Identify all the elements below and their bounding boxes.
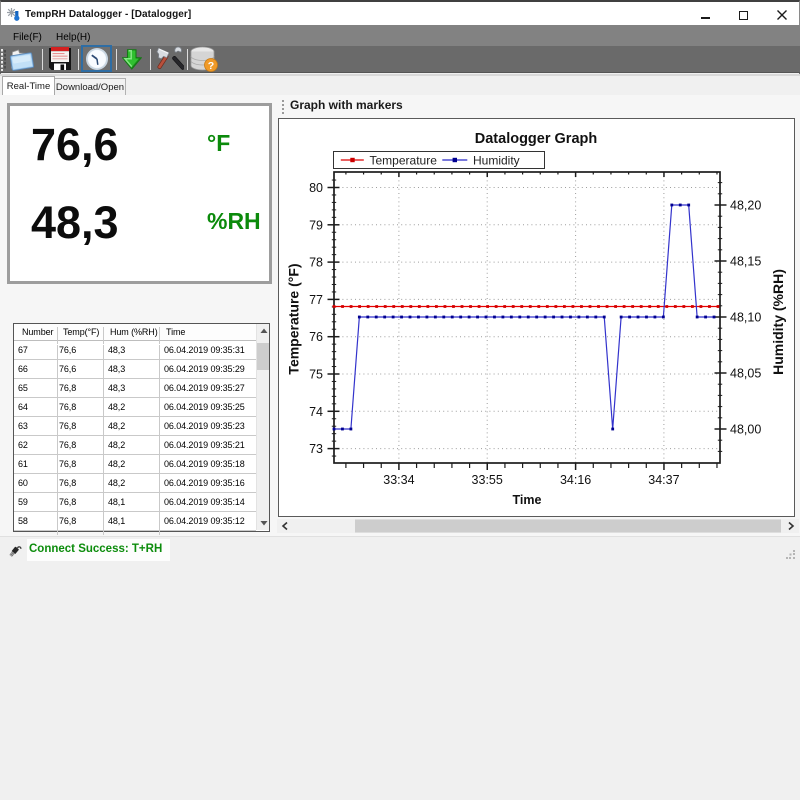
svg-text:Humidity (%RH): Humidity (%RH) xyxy=(770,269,786,375)
svg-text:80: 80 xyxy=(309,181,323,195)
svg-text:33:34: 33:34 xyxy=(383,473,414,487)
svg-text:Temperature: Temperature xyxy=(370,154,438,168)
svg-text:48,05: 48,05 xyxy=(730,367,761,381)
svg-text:Time: Time xyxy=(513,493,542,507)
svg-text:79: 79 xyxy=(309,218,323,232)
svg-text:48,10: 48,10 xyxy=(730,311,761,325)
svg-text:76: 76 xyxy=(309,330,323,344)
svg-text:34:16: 34:16 xyxy=(560,473,591,487)
svg-text:48,20: 48,20 xyxy=(730,199,761,213)
svg-text:Humidity: Humidity xyxy=(473,154,520,168)
svg-text:48,15: 48,15 xyxy=(730,255,761,269)
svg-text:73: 73 xyxy=(309,442,323,456)
svg-text:Datalogger Graph: Datalogger Graph xyxy=(475,131,597,147)
svg-text:34:37: 34:37 xyxy=(648,473,679,487)
svg-text:77: 77 xyxy=(309,293,323,307)
svg-text:?: ? xyxy=(208,60,214,72)
svg-text:78: 78 xyxy=(309,256,323,270)
svg-text:Temperature (°F): Temperature (°F) xyxy=(286,263,302,374)
svg-text:48,00: 48,00 xyxy=(730,423,761,437)
svg-text:33:55: 33:55 xyxy=(472,473,503,487)
svg-text:75: 75 xyxy=(309,368,323,382)
svg-text:74: 74 xyxy=(309,405,323,419)
